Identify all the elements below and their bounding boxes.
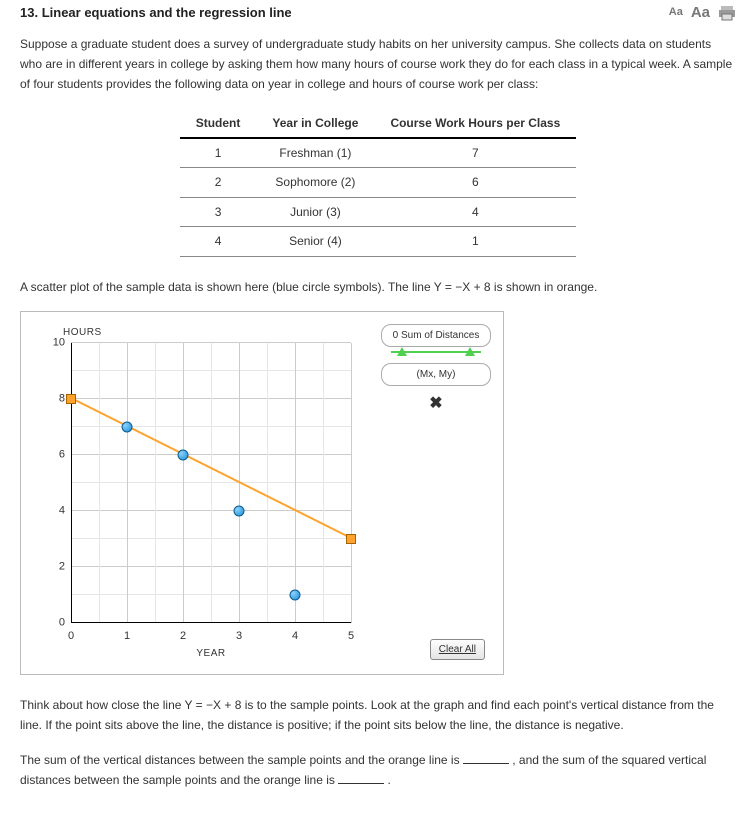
table-row: 2Sophomore (2)6 xyxy=(180,168,577,197)
table-header: Student xyxy=(180,109,257,138)
x-tick: 2 xyxy=(180,623,186,646)
y-tick: 2 xyxy=(59,558,71,577)
x-tick: 3 xyxy=(236,623,242,646)
section-heading: Linear equations and the regression line xyxy=(42,5,292,20)
section-title: 13. Linear equations and the regression … xyxy=(20,2,292,24)
legend: 0 Sum of Distances (Mx, My) ✖ xyxy=(381,324,491,417)
clear-all-button[interactable]: Clear All xyxy=(430,639,485,660)
font-increase-button[interactable]: Aa xyxy=(691,0,710,26)
y-tick: 10 xyxy=(53,334,71,353)
section-number: 13. xyxy=(20,5,38,20)
line-handle[interactable] xyxy=(66,394,76,404)
fill-blank-paragraph: The sum of the vertical distances betwee… xyxy=(20,750,736,791)
blank-sum-squared[interactable] xyxy=(338,783,384,784)
legend-sum-distances[interactable]: 0 Sum of Distances xyxy=(381,324,491,347)
x-axis-label: YEAR xyxy=(71,645,351,662)
table-row: 1Freshman (1)7 xyxy=(180,138,577,168)
table-row: 3Junior (3)4 xyxy=(180,197,577,226)
data-point[interactable] xyxy=(234,506,245,517)
table-row: 4Senior (4)1 xyxy=(180,227,577,256)
print-icon[interactable] xyxy=(718,5,736,21)
data-point[interactable] xyxy=(122,422,133,433)
legend-x-icon: ✖ xyxy=(381,390,491,417)
legend-mean-point[interactable]: (Mx, My) xyxy=(381,363,491,386)
table-header: Year in College xyxy=(256,109,374,138)
data-point[interactable] xyxy=(178,450,189,461)
y-tick: 6 xyxy=(59,446,71,465)
font-size-controls: Aa Aa xyxy=(669,0,736,26)
font-decrease-button[interactable]: Aa xyxy=(669,3,683,22)
instruction-paragraph: Think about how close the line Y = −X + … xyxy=(20,695,736,736)
x-tick: 0 xyxy=(68,623,74,646)
table-header: Course Work Hours per Class xyxy=(374,109,576,138)
data-point[interactable] xyxy=(290,590,301,601)
scatter-plot[interactable]: HOURS 0246810012345 YEAR 0 Sum of Distan… xyxy=(20,311,504,675)
x-tick: 1 xyxy=(124,623,130,646)
legend-line-icon xyxy=(391,351,481,353)
intro-paragraph: Suppose a graduate student does a survey… xyxy=(20,34,736,95)
line-handle[interactable] xyxy=(346,534,356,544)
y-tick: 4 xyxy=(59,502,71,521)
scatter-caption: A scatter plot of the sample data is sho… xyxy=(20,277,736,297)
x-tick: 4 xyxy=(292,623,298,646)
plot-area[interactable]: 0246810012345 xyxy=(71,343,351,623)
blank-sum-distances[interactable] xyxy=(463,763,509,764)
x-tick: 5 xyxy=(348,623,354,646)
data-table: Student Year in College Course Work Hour… xyxy=(180,109,577,257)
